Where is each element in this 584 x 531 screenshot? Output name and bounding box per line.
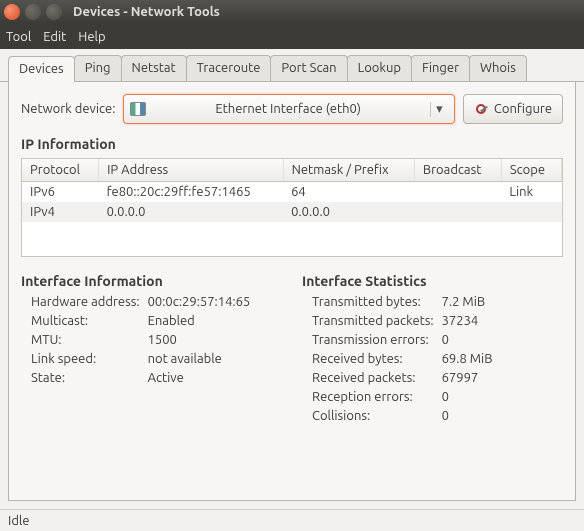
interface-stats-heading: Interface Statistics: [302, 273, 563, 289]
mc-value: Enabled: [148, 314, 282, 328]
tab-devices[interactable]: Devices: [8, 56, 75, 82]
ls-label: Link speed:: [31, 352, 140, 366]
col-protocol[interactable]: Protocol: [22, 159, 99, 182]
cell-scope: Link: [501, 182, 561, 203]
hw-label: Hardware address:: [31, 295, 140, 309]
configure-button[interactable]: Configure: [463, 94, 563, 124]
mc-label: Multicast:: [31, 314, 140, 328]
cell-netmask: 0.0.0.0: [283, 202, 414, 222]
statusbar: Idle: [0, 509, 584, 531]
rxe-value: 0: [442, 390, 563, 404]
txb-label: Transmitted bytes:: [312, 295, 434, 309]
gear-icon: [474, 102, 488, 116]
mtu-label: MTU:: [31, 333, 140, 347]
col-netmask[interactable]: Netmask / Prefix: [283, 159, 414, 182]
col-broadcast[interactable]: Broadcast: [414, 159, 501, 182]
txe-label: Transmission errors:: [312, 333, 434, 347]
tab-traceroute[interactable]: Traceroute: [186, 55, 272, 81]
close-icon[interactable]: [4, 4, 20, 20]
rxe-label: Reception errors:: [312, 390, 434, 404]
st-label: State:: [31, 371, 140, 385]
rxb-value: 69.8 MiB: [442, 352, 563, 366]
table-spacer: [22, 222, 562, 256]
cell-ip: fe80::20c:29ff:fe57:1465: [99, 182, 284, 203]
configure-label: Configure: [494, 102, 552, 116]
network-device-label: Network device:: [21, 102, 115, 116]
st-value: Active: [148, 371, 282, 385]
mtu-value: 1500: [148, 333, 282, 347]
table-row[interactable]: IPv4 0.0.0.0 0.0.0.0: [22, 202, 562, 222]
table-row[interactable]: IPv6 fe80::20c:29ff:fe57:1465 64 Link: [22, 182, 562, 203]
tab-whois[interactable]: Whois: [469, 55, 527, 81]
cell-ip: 0.0.0.0: [99, 202, 284, 222]
hw-value: 00:0c:29:57:14:65: [148, 295, 282, 309]
interface-info-col: Interface Information Hardware address: …: [21, 261, 282, 423]
menu-tool[interactable]: Tool: [6, 30, 31, 44]
tab-row: Devices Ping Netstat Traceroute Port Sca…: [0, 49, 584, 82]
cell-broadcast: [414, 182, 501, 203]
ip-information-heading: IP Information: [21, 136, 563, 152]
maximize-icon[interactable]: [46, 4, 62, 20]
rxp-label: Received packets:: [312, 371, 434, 385]
cell-broadcast: [414, 202, 501, 222]
content-area: Devices Ping Netstat Traceroute Port Sca…: [0, 49, 584, 509]
devices-panel: Network device: Ethernet Interface (eth0…: [8, 82, 576, 501]
tab-ping[interactable]: Ping: [74, 55, 122, 81]
tab-lookup[interactable]: Lookup: [347, 55, 412, 81]
ls-value: not available: [148, 352, 282, 366]
network-device-selected: Ethernet Interface (eth0): [154, 102, 422, 116]
window-title: Devices - Network Tools: [73, 5, 220, 19]
ethernet-icon: [130, 102, 146, 116]
cell-netmask: 64: [283, 182, 414, 203]
titlebar: Devices - Network Tools: [0, 0, 584, 24]
menu-edit[interactable]: Edit: [43, 30, 66, 44]
col-ip[interactable]: IP Address: [99, 159, 284, 182]
cell-protocol: IPv4: [22, 202, 99, 222]
cell-protocol: IPv6: [22, 182, 99, 203]
tab-finger[interactable]: Finger: [411, 55, 470, 81]
ip-table: Protocol IP Address Netmask / Prefix Bro…: [21, 158, 563, 257]
info-columns: Interface Information Hardware address: …: [21, 261, 563, 423]
interface-info-heading: Interface Information: [21, 273, 282, 289]
menu-help[interactable]: Help: [78, 30, 105, 44]
table-header-row: Protocol IP Address Netmask / Prefix Bro…: [22, 159, 562, 182]
col-value: 0: [442, 409, 563, 423]
tab-netstat[interactable]: Netstat: [121, 55, 187, 81]
col-label: Collisions:: [312, 409, 434, 423]
txp-value: 37234: [442, 314, 563, 328]
rxb-label: Received bytes:: [312, 352, 434, 366]
network-device-combo[interactable]: Ethernet Interface (eth0) ▾: [123, 94, 455, 124]
col-scope[interactable]: Scope: [501, 159, 561, 182]
txb-value: 7.2 MiB: [442, 295, 563, 309]
chevron-down-icon: ▾: [430, 102, 448, 117]
status-text: Idle: [8, 514, 30, 528]
device-row: Network device: Ethernet Interface (eth0…: [21, 94, 563, 124]
txp-label: Transmitted packets:: [312, 314, 434, 328]
rxp-value: 67997: [442, 371, 563, 385]
minimize-icon[interactable]: [25, 4, 41, 20]
menubar: Tool Edit Help: [0, 24, 584, 49]
interface-stats-col: Interface Statistics Transmitted bytes: …: [302, 261, 563, 423]
cell-scope: [501, 202, 561, 222]
txe-value: 0: [442, 333, 563, 347]
tab-portscan[interactable]: Port Scan: [270, 55, 347, 81]
